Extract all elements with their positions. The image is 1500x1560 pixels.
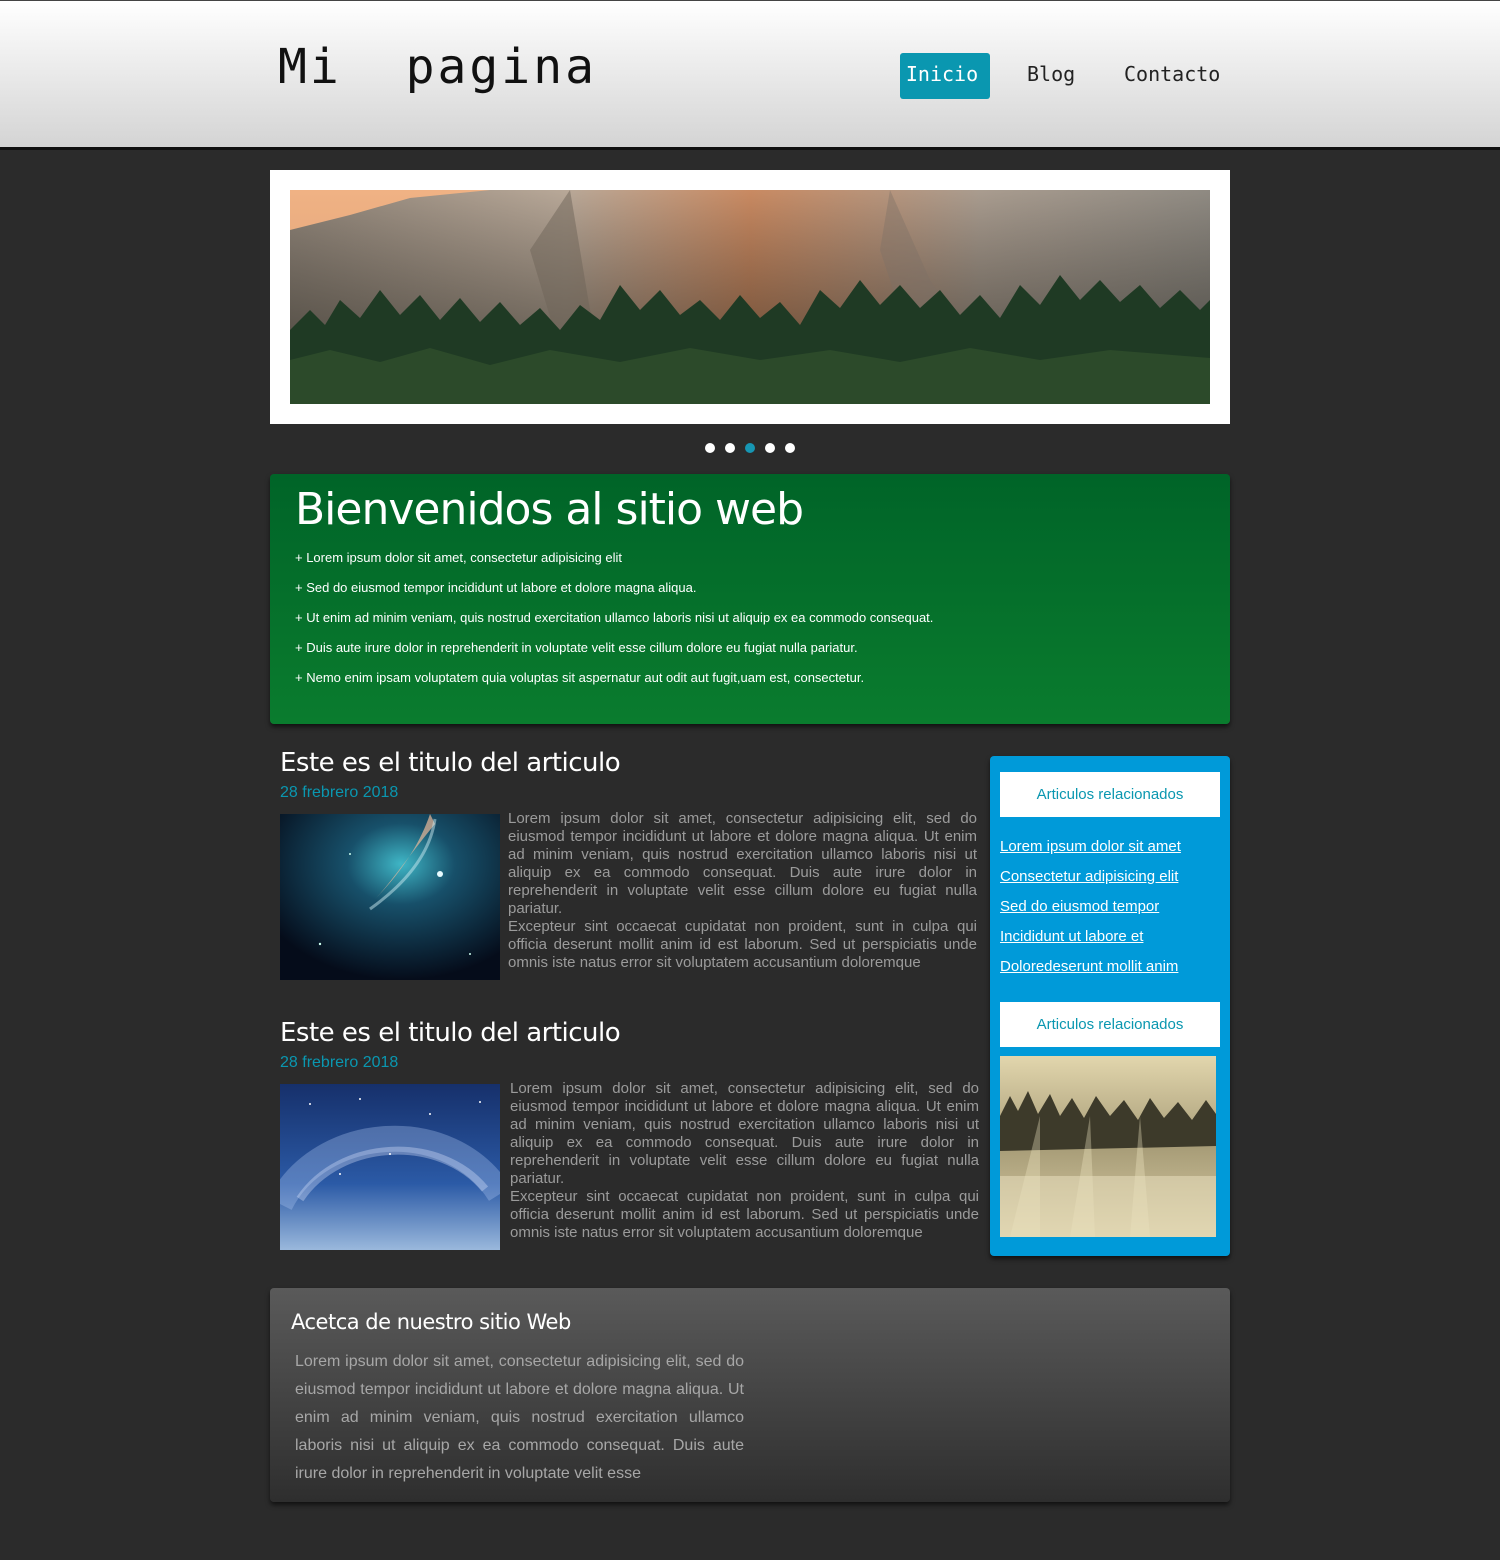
article-date: 28 frebrero 2018 [280,784,399,801]
hero-slider [270,170,1230,424]
related-link[interactable]: Incididunt ut labore et [1000,928,1143,945]
article-title[interactable]: Este es el titulo del articulo [280,748,621,778]
welcome-item: + Lorem ipsum dolor sit amet, consectetu… [295,550,622,565]
milky-way-image [280,1084,500,1250]
yosemite-cliff-image [290,190,1210,404]
welcome-item: + Ut enim ad minim veniam, quis nostrud … [295,610,934,625]
article-title[interactable]: Este es el titulo del articulo [280,1018,621,1048]
nav-item-blog[interactable]: Blog [1027,53,1075,99]
about-text: Lorem ipsum dolor sit amet, consectetur … [295,1353,744,1482]
misty-forest-image [1000,1056,1216,1237]
about-section: Acetca de nuestro sitio Web Lorem ipsum … [270,1288,1230,1502]
related-articles-heading: Articulos relacionados [1000,772,1220,817]
slider-dot-1[interactable] [705,443,715,453]
related-links: Lorem ipsum dolor sit amet Consectetur a… [1000,838,1181,988]
sidebar: Articulos relacionados Lorem ipsum dolor… [990,756,1230,1256]
nav-item-inicio[interactable]: Inicio [900,53,990,99]
site-logo[interactable]: Mi pagina [278,39,597,95]
welcome-list: + Lorem ipsum dolor sit amet, consectetu… [295,550,933,700]
article: Este es el titulo del articulo 28 frebre… [280,748,980,988]
about-title: Acetca de nuestro sitio Web [291,1310,571,1334]
article-image[interactable] [280,1084,500,1250]
article-body: Lorem ipsum dolor sit amet, consectetur … [510,1080,979,1246]
related-link[interactable]: Doloredeserunt mollit anim [1000,958,1178,975]
slider-image[interactable] [290,190,1210,404]
article-image[interactable] [280,814,500,980]
related-link[interactable]: Sed do eiusmod tempor [1000,898,1159,915]
welcome-item: + Sed do eiusmod tempor incididunt ut la… [295,580,697,595]
welcome-item: + Nemo enim ipsam voluptatem quia volupt… [295,670,865,685]
related-image[interactable] [1000,1056,1216,1237]
slider-dot-4[interactable] [765,443,775,453]
related-articles-heading: Articulos relacionados [1000,1002,1220,1047]
slider-dot-2[interactable] [725,443,735,453]
nebula-image [280,814,500,980]
welcome-title: Bienvenidos al sitio web [295,484,804,535]
article-paragraph: Excepteur sint occaecat cupidatat non pr… [508,918,977,971]
article-date: 28 frebrero 2018 [280,1054,399,1071]
article-body: Lorem ipsum dolor sit amet, consectetur … [508,810,977,976]
welcome-panel: Bienvenidos al sitio web + Lorem ipsum d… [270,474,1230,724]
nav-item-contacto[interactable]: Contacto [1124,53,1220,99]
related-link[interactable]: Consectetur adipisicing elit [1000,868,1178,885]
article-paragraph: Excepteur sint occaecat cupidatat non pr… [510,1188,979,1241]
slider-dot-3[interactable] [745,443,755,453]
article-paragraph: Lorem ipsum dolor sit amet, consectetur … [508,810,977,917]
slider-dot-5[interactable] [785,443,795,453]
related-link[interactable]: Lorem ipsum dolor sit amet [1000,838,1181,855]
site-header: Mi pagina Inicio Blog Contacto [0,0,1500,150]
article-paragraph: Lorem ipsum dolor sit amet, consectetur … [510,1080,979,1187]
welcome-item: + Duis aute irure dolor in reprehenderit… [295,640,858,655]
article: Este es el titulo del articulo 28 frebre… [280,1018,980,1258]
